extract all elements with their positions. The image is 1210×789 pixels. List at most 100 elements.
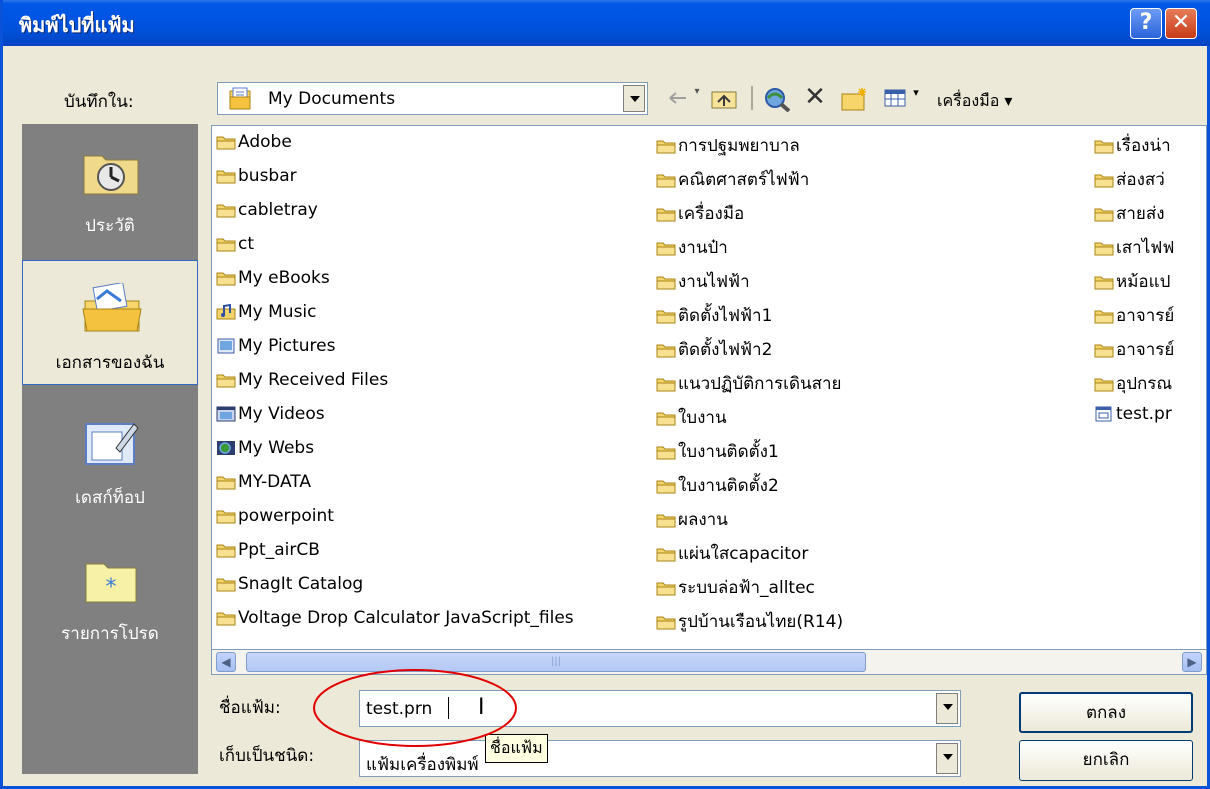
folder-item[interactable]: อาจารย์ bbox=[1094, 336, 1174, 370]
folder-icon bbox=[656, 272, 678, 292]
save-in-value: My Documents bbox=[268, 89, 396, 109]
folder-item[interactable]: busbar bbox=[216, 166, 297, 200]
folder-item[interactable]: ใบงาน bbox=[656, 404, 727, 438]
folder-item[interactable]: ติดตั้งไฟฟ้า2 bbox=[656, 336, 772, 370]
file-list[interactable]: Adobe busbar cabletray ct My eBooks My Music M… bbox=[211, 125, 1207, 673]
my-documents-icon bbox=[82, 283, 142, 332]
pictures-folder-icon bbox=[216, 336, 238, 356]
music-folder-icon bbox=[216, 302, 238, 322]
filename-label: ชื่อแฟ้ม: bbox=[219, 698, 281, 718]
folder-item[interactable]: ติดตั้งไฟฟ้า1 bbox=[656, 302, 772, 336]
help-button[interactable]: ? bbox=[1130, 8, 1162, 39]
folder-item[interactable]: รูปบ้านเรือนไทย(R14) bbox=[656, 608, 843, 642]
item-name: My eBooks bbox=[238, 268, 330, 288]
window-title: พิมพ์ไปที่แฟ้ม bbox=[19, 13, 135, 37]
folder-icon bbox=[1094, 306, 1116, 326]
folder-icon bbox=[656, 442, 678, 462]
folder-item[interactable]: งานไฟฟ้า bbox=[656, 268, 750, 302]
back-icon[interactable] bbox=[665, 86, 691, 112]
favorites-icon: * bbox=[85, 563, 137, 603]
folder-icon bbox=[1094, 204, 1116, 224]
highlight-ellipse bbox=[313, 669, 517, 747]
folder-icon bbox=[656, 612, 678, 632]
folder-item[interactable]: ระบบล่อฟ้า_alltec bbox=[656, 574, 815, 608]
filetype-value: แฟ้มเครื่องพิมพ์ bbox=[366, 755, 479, 775]
views-icon[interactable] bbox=[881, 86, 909, 112]
item-name: Ppt_airCB bbox=[238, 540, 320, 560]
folder-item[interactable]: ส่องสว่ bbox=[1094, 166, 1165, 200]
folder-item[interactable]: คณิตศาสตร์ไฟฟ้า bbox=[656, 166, 809, 200]
folder-item[interactable]: อาจารย์ bbox=[1094, 302, 1174, 336]
filetype-dropdown-arrow[interactable] bbox=[936, 743, 958, 774]
item-name: เรื่องน่า bbox=[1116, 136, 1171, 156]
folder-item[interactable]: cabletray bbox=[216, 200, 318, 234]
folder-item[interactable]: powerpoint bbox=[216, 506, 334, 540]
search-web-icon[interactable] bbox=[761, 86, 793, 113]
folder-item[interactable]: ใบงานติดตั้ง1 bbox=[656, 438, 779, 472]
folder-icon bbox=[656, 510, 678, 530]
folder-item[interactable]: หม้อแป bbox=[1094, 268, 1170, 302]
folder-item[interactable]: SnagIt Catalog bbox=[216, 574, 363, 608]
place-favorites[interactable]: * รายการโปรด bbox=[22, 532, 198, 657]
item-name: cabletray bbox=[238, 200, 318, 220]
folder-icon bbox=[216, 268, 238, 288]
scroll-right-icon[interactable]: ▶ bbox=[1182, 652, 1202, 672]
folder-icon bbox=[656, 544, 678, 564]
place-my-documents[interactable]: เอกสารของฉัน bbox=[22, 260, 198, 385]
file-item[interactable]: test.pr bbox=[1094, 404, 1172, 438]
title-bar: พิมพ์ไปที่แฟ้ม ? ✕ bbox=[3, 0, 1210, 46]
up-folder-icon[interactable] bbox=[709, 86, 739, 112]
scroll-left-icon[interactable]: ◀ bbox=[216, 652, 236, 672]
folder-item[interactable]: My Videos bbox=[216, 404, 325, 438]
item-name: ระบบล่อฟ้า_alltec bbox=[678, 578, 815, 598]
tools-menu[interactable]: เครื่องมือ ▾ bbox=[937, 89, 1012, 114]
item-name: ติดตั้งไฟฟ้า1 bbox=[678, 306, 773, 326]
folder-item[interactable]: สายส่ง bbox=[1094, 200, 1165, 234]
folder-item[interactable]: My Received Files bbox=[216, 370, 388, 404]
folder-item[interactable]: ใบงานติดตั้ง2 bbox=[656, 472, 779, 506]
views-dropdown-icon[interactable]: ▾ bbox=[909, 86, 923, 112]
cancel-button[interactable]: ยกเลิก bbox=[1019, 740, 1193, 781]
folder-item[interactable]: ct bbox=[216, 234, 254, 268]
folder-item[interactable]: Adobe bbox=[216, 132, 292, 166]
item-name: การปฐมพยาบาล bbox=[678, 136, 800, 156]
print-to-file-dialog: พิมพ์ไปที่แฟ้ม ? ✕ บันทึกใน: My Document… bbox=[0, 0, 1210, 789]
folder-item[interactable]: Ppt_airCB bbox=[216, 540, 320, 574]
folder-item[interactable]: My Pictures bbox=[216, 336, 335, 370]
folder-item[interactable]: ผลงาน bbox=[656, 506, 728, 540]
save-in-dropdown-arrow[interactable] bbox=[623, 85, 645, 112]
folder-item[interactable]: เรื่องน่า bbox=[1094, 132, 1171, 166]
item-name: งานป๋า bbox=[678, 238, 728, 258]
folder-item[interactable]: My Webs bbox=[216, 438, 314, 472]
folder-item[interactable]: การปฐมพยาบาล bbox=[656, 132, 800, 166]
folder-item[interactable]: แนวปฏิบัติการเดินสาย bbox=[656, 370, 841, 404]
item-name: ติดตั้งไฟฟ้า2 bbox=[678, 340, 773, 360]
item-name: ผลงาน bbox=[678, 510, 728, 530]
folder-item[interactable]: MY-DATA bbox=[216, 472, 311, 506]
item-name: My Pictures bbox=[238, 336, 336, 356]
item-name: My Webs bbox=[238, 438, 315, 458]
folder-item[interactable]: เสาไฟฟ bbox=[1094, 234, 1174, 268]
folder-item[interactable]: แผ่นใสcapacitor bbox=[656, 540, 808, 574]
folder-item[interactable]: My eBooks bbox=[216, 268, 330, 302]
item-name: test.pr bbox=[1116, 404, 1172, 424]
delete-icon[interactable]: ✕ bbox=[801, 84, 829, 112]
close-button[interactable]: ✕ bbox=[1165, 8, 1197, 39]
place-desktop[interactable]: เดสก์ท็อป bbox=[22, 396, 198, 521]
folder-item[interactable]: อุปกรณ bbox=[1094, 370, 1172, 404]
folder-item[interactable]: Voltage Drop Calculator JavaScript_files bbox=[216, 608, 574, 642]
ok-button[interactable]: ตกลง bbox=[1019, 692, 1193, 733]
history-icon bbox=[83, 155, 139, 195]
back-dropdown-icon[interactable]: ▾ bbox=[691, 86, 703, 112]
folder-item[interactable]: My Music bbox=[216, 302, 317, 336]
place-history[interactable]: ประวัติ bbox=[22, 124, 198, 249]
folder-icon bbox=[216, 166, 238, 186]
item-name: MY-DATA bbox=[238, 472, 311, 492]
folder-icon bbox=[656, 136, 678, 156]
file-icon bbox=[1094, 404, 1116, 424]
save-in-combo[interactable]: My Documents bbox=[217, 82, 648, 115]
new-folder-icon[interactable] bbox=[839, 86, 871, 112]
folder-item[interactable]: เครื่องมือ bbox=[656, 200, 744, 234]
folder-item[interactable]: งานป๋า bbox=[656, 234, 728, 268]
filename-dropdown-arrow[interactable] bbox=[936, 693, 958, 724]
